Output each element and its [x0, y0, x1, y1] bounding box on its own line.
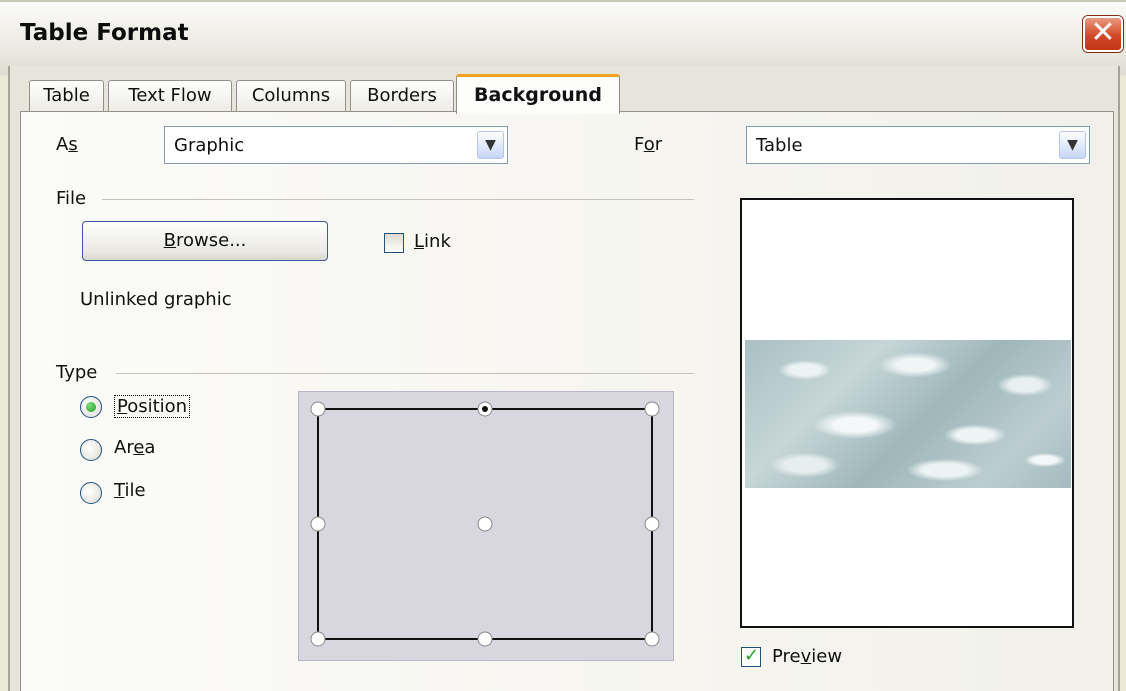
position-bottom-right[interactable] [644, 631, 660, 647]
position-middle-right[interactable] [644, 516, 660, 532]
position-grid [310, 401, 660, 647]
position-selector [298, 391, 674, 661]
area-radio[interactable] [80, 439, 102, 461]
position-center[interactable] [477, 516, 493, 532]
as-label: As [56, 134, 78, 155]
tab-background[interactable]: Background [456, 74, 620, 114]
radio-selected-dot [86, 402, 96, 412]
checkmark-icon: ✓ [744, 645, 760, 666]
position-radio[interactable] [80, 396, 102, 418]
chevron-down-icon[interactable]: ▼ [477, 131, 504, 159]
position-top-left[interactable] [310, 401, 326, 417]
tab-borders[interactable]: Borders [350, 80, 454, 112]
position-label: Position [114, 395, 191, 418]
close-icon: ✕ [1090, 15, 1116, 50]
position-bottom-center[interactable] [477, 631, 493, 647]
window-title: Table Format [20, 20, 189, 46]
as-select-value: Graphic [174, 135, 245, 156]
preview-label: Preview [772, 646, 843, 667]
close-button[interactable]: ✕ [1083, 16, 1123, 52]
tab-table[interactable]: Table [29, 80, 104, 112]
position-top-center[interactable] [477, 401, 493, 417]
type-group-divider [116, 373, 694, 374]
as-select[interactable]: Graphic ▼ [164, 126, 508, 164]
tile-radio[interactable] [80, 482, 102, 504]
type-group-title: Type [56, 362, 98, 383]
preview-checkbox[interactable]: ✓ [741, 645, 761, 667]
tab-text-flow[interactable]: Text Flow [108, 80, 232, 112]
for-select[interactable]: Table ▼ [746, 126, 1090, 164]
position-top-right[interactable] [644, 401, 660, 417]
background-graphic-preview [745, 340, 1071, 488]
for-label: For [634, 134, 663, 155]
graphic-status-text: Unlinked graphic [80, 289, 232, 310]
chevron-down-icon[interactable]: ▼ [1059, 131, 1086, 159]
browse-button[interactable]: Browse... [82, 221, 328, 261]
position-middle-left[interactable] [310, 516, 326, 532]
file-group-divider [102, 199, 694, 200]
for-select-value: Table [756, 135, 803, 156]
position-bottom-left[interactable] [310, 631, 326, 647]
link-label: Link [414, 231, 451, 252]
area-label: Area [114, 437, 156, 458]
link-checkbox[interactable] [384, 233, 404, 253]
tile-label: Tile [114, 480, 146, 501]
file-group-title: File [56, 188, 87, 209]
tab-columns[interactable]: Columns [236, 80, 346, 112]
